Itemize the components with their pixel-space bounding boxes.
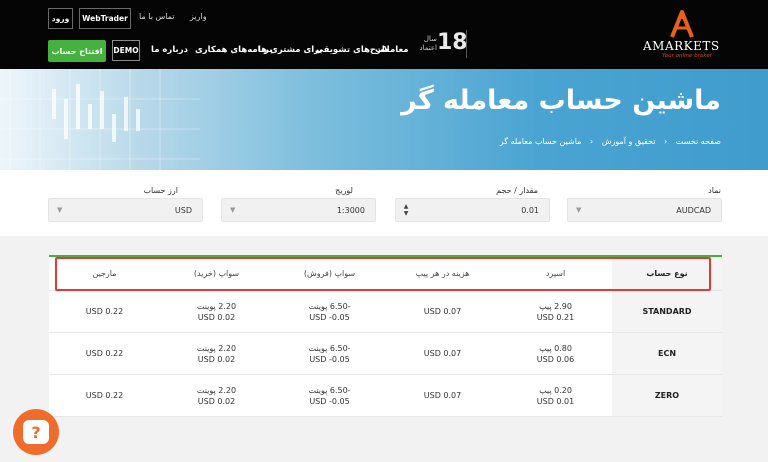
chevron-down-icon: ▼ [230,206,236,214]
table-row: ECN 0.80 پیپ USD 0.06 USD 0.07 -6.50 پوین… [49,333,722,375]
breadcrumb-separator: ‹ [589,137,594,146]
account-type-cell: STANDARD [612,291,722,332]
help-question-icon[interactable]: ? [13,409,59,455]
amarkets-a-logo-icon[interactable] [668,9,696,39]
top-header: ورود WebTrader تماس با ما واریز افتتاح ح… [0,0,768,69]
account-type-cell: ZERO [612,375,722,416]
swap-buy-cell: 2.20 پوینت USD 0.02 [196,301,237,322]
header-pip-cost: هزینه در هر پیپ [415,269,470,278]
header-swap-sell: سواپ (فروش) [303,269,356,278]
symbol-value: AUDCAD [676,205,711,215]
currency-value: USD [174,205,192,215]
leverage-select[interactable]: ▼ 1:3000 [221,198,376,222]
webtrader-button[interactable]: WebTrader [79,8,131,29]
header-margin: مارجین [92,269,117,278]
logo-wordmark[interactable]: AMARKETS [643,39,720,53]
pip-cost-cell: USD 0.07 [423,307,462,316]
symbol-label: نماد [708,186,721,195]
swap-sell-cell: -6.50 پوینت USD -0.05 [308,301,351,322]
breadcrumb: صفحه نخست ‹ تحقیق و آموزش ‹ ماشین حساب م… [494,137,721,146]
contact-link[interactable]: تماس با ما [139,12,175,21]
hero-banner: ماشین حساب معامله گر صفحه نخست ‹ تحقیق و… [0,69,768,170]
swap-sell-cell: -6.50 پوینت USD -0.05 [308,343,351,364]
pip-cost-cell: USD 0.07 [423,349,462,358]
swap-sell-cell: -6.50 پوینت USD -0.05 [308,385,351,406]
symbol-select[interactable]: ▼ AUDCAD [567,198,722,222]
currency-label: ارز حساب [143,186,178,195]
volume-input[interactable]: ▲ ▼ 0.01 [395,198,550,222]
demo-button[interactable]: DEMO [112,40,140,61]
logo-tagline: Your online broker [662,53,713,59]
nav-item-for-clients[interactable]: برای مشتری ها [258,45,323,55]
years-number: 18 [437,30,468,55]
breadcrumb-separator: ‹ [664,137,668,146]
table-header-row: نوع حساب اسپرد هزینه در هر پیپ سواپ (فرو… [49,257,722,291]
years-label: سال اعتماد [419,35,437,52]
page-title: ماشین حساب معامله گر [401,85,721,116]
quantity-stepper-icon[interactable]: ▲ ▼ [402,203,410,218]
header-spread: اسپرد [545,269,566,278]
leverage-value: 1:3000 [336,205,365,215]
margin-cell: USD 0.22 [85,307,124,316]
open-account-button[interactable]: افتتاح حساب [48,40,106,62]
table-row: STANDARD 2.90 پیپ USD 0.21 USD 0.07 -6.50… [49,291,722,333]
spread-cell: 0.80 پیپ USD 0.06 [536,343,575,364]
volume-label: مقدار / حجم [496,186,538,195]
chevron-down-icon: ▼ [576,206,582,214]
header-account-type: نوع حساب [612,257,722,290]
swap-buy-cell: 2.20 پوینت USD 0.02 [196,385,237,406]
header-divider [466,30,467,58]
nav-item-about[interactable]: درباره ما [151,45,188,55]
currency-select[interactable]: ▼ USD [48,198,203,222]
login-button[interactable]: ورود [48,8,73,29]
chevron-down-icon: ▼ [57,206,63,214]
spread-cell: 0.20 پیپ USD 0.01 [536,385,575,406]
spread-cell: 2.90 پیپ USD 0.21 [536,301,575,322]
leverage-label: لوریج [335,186,353,195]
pip-cost-cell: USD 0.07 [423,391,462,400]
swap-buy-cell: 2.20 پوینت USD 0.02 [196,343,237,364]
breadcrumb-home[interactable]: صفحه نخست [676,137,721,146]
margin-cell: USD 0.22 [85,391,124,400]
breadcrumb-current: ماشین حساب معامله گر [499,137,582,146]
table-row: ZERO 0.20 پیپ USD 0.01 USD 0.07 -6.50 پوی… [49,375,722,417]
account-type-cell: ECN [612,333,722,374]
margin-cell: USD 0.22 [85,349,124,358]
volume-value: 0.01 [521,205,539,215]
breadcrumb-research[interactable]: تحقیق و آموزش [602,137,656,146]
deposit-link[interactable]: واریز [190,12,207,21]
header-swap-buy: سواپ (خرید) [193,269,240,278]
nav-item-trading[interactable]: معاملات [375,45,409,55]
account-types-table: نوع حساب اسپرد هزینه در هر پیپ سواپ (فرو… [49,255,722,417]
